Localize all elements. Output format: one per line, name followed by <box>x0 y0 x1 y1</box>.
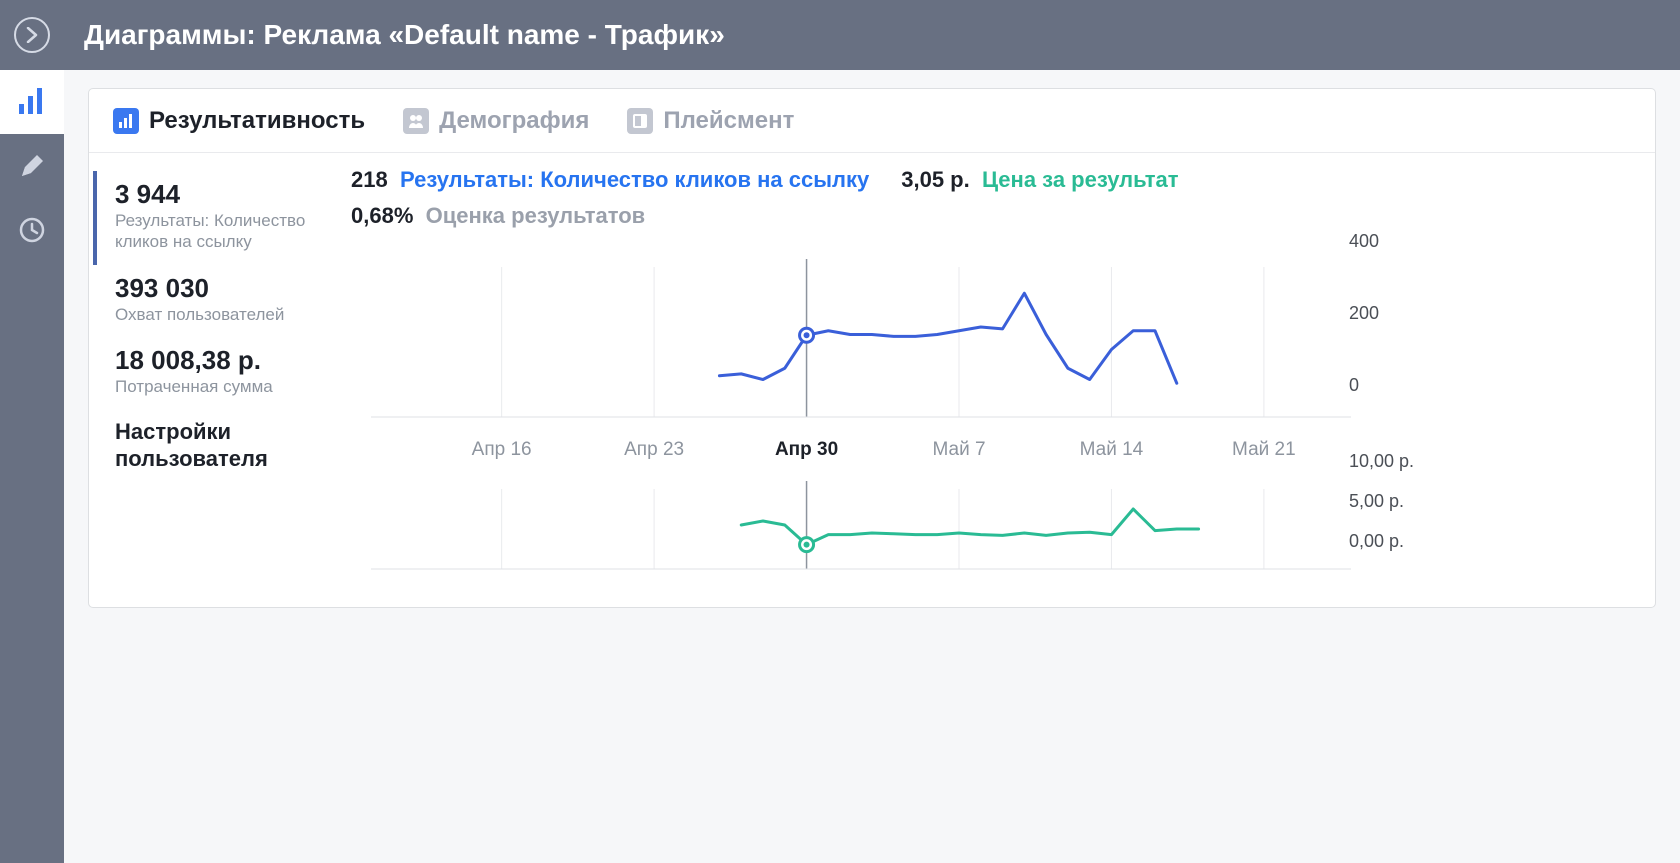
bar-chart-icon <box>113 108 139 134</box>
stat-spent[interactable]: 18 008,38 р. Потраченная сумма <box>115 337 311 409</box>
x-axis-labels: Апр 16Апр 23Апр 30Май 7Май 14Май 21 <box>351 439 1351 479</box>
page-title: Диаграммы: Реклама «Default name - Трафи… <box>84 19 725 51</box>
main: Диаграммы: Реклама «Default name - Трафи… <box>64 0 1680 863</box>
y-tick: 400 <box>1349 231 1379 252</box>
chart-area: 218 Результаты: Количество кликов на ссы… <box>329 153 1655 607</box>
stat-label: Охват пользователей <box>115 304 311 325</box>
stat-results[interactable]: 3 944 Результаты: Количество кликов на с… <box>93 171 311 265</box>
results-label[interactable]: Результаты: Количество кликов на ссылку <box>400 167 869 192</box>
tab-label: Плейсмент <box>663 107 794 135</box>
people-icon <box>403 108 429 134</box>
tab-label: Результативность <box>149 107 365 135</box>
sidebar-item-edit[interactable] <box>0 134 64 198</box>
stat-label: Потраченная сумма <box>115 376 311 397</box>
content: Результативность Демография Плейсмент <box>64 70 1680 863</box>
tab-performance[interactable]: Результативность <box>113 107 365 135</box>
clock-icon <box>18 216 46 244</box>
y-tick: 0,00 р. <box>1349 531 1404 552</box>
tab-label: Демография <box>439 107 589 135</box>
chart-sub-row: 0,68% Оценка результатов <box>351 203 1633 229</box>
rate-label[interactable]: Оценка результатов <box>426 203 646 228</box>
stat-value: 3 944 <box>115 179 311 210</box>
y-tick: 5,00 р. <box>1349 491 1404 512</box>
layout-icon <box>627 108 653 134</box>
tab-placement[interactable]: Плейсмент <box>627 107 794 135</box>
page-header: Диаграммы: Реклама «Default name - Трафи… <box>64 0 1680 70</box>
expand-sidebar-button[interactable] <box>0 0 64 70</box>
tabs: Результативность Демография Плейсмент <box>89 89 1655 153</box>
cost-value: 3,05 р. <box>901 167 969 192</box>
chart-header-row: 218 Результаты: Количество кликов на ссы… <box>351 167 1633 193</box>
stat-reach[interactable]: 393 030 Охват пользователей <box>115 265 311 337</box>
card-body: 3 944 Результаты: Количество кликов на с… <box>89 153 1655 607</box>
cost-label[interactable]: Цена за результат <box>982 167 1179 192</box>
y-tick: 10,00 р. <box>1349 451 1414 472</box>
chevron-right-icon <box>25 27 39 43</box>
card: Результативность Демография Плейсмент <box>88 88 1656 608</box>
sidebar-item-history[interactable] <box>0 198 64 262</box>
sidebar-item-analytics[interactable] <box>0 70 64 134</box>
stat-value: 393 030 <box>115 273 311 304</box>
stat-label: Результаты: Количество кликов на ссылку <box>115 210 311 253</box>
sidebar <box>0 0 64 863</box>
stats-column: 3 944 Результаты: Количество кликов на с… <box>89 153 329 607</box>
user-settings-link[interactable]: Настройки пользователя <box>115 418 311 473</box>
results-value: 218 <box>351 167 388 192</box>
y-tick: 0 <box>1349 375 1359 396</box>
tab-demographics[interactable]: Демография <box>403 107 589 135</box>
bar-chart-icon <box>17 88 47 116</box>
rate-value: 0,68% <box>351 203 413 228</box>
cost-line-chart[interactable] <box>351 479 1431 589</box>
pencil-icon <box>19 153 45 179</box>
y-tick: 200 <box>1349 303 1379 324</box>
results-line-chart[interactable] <box>351 247 1431 437</box>
stat-value: 18 008,38 р. <box>115 345 311 376</box>
